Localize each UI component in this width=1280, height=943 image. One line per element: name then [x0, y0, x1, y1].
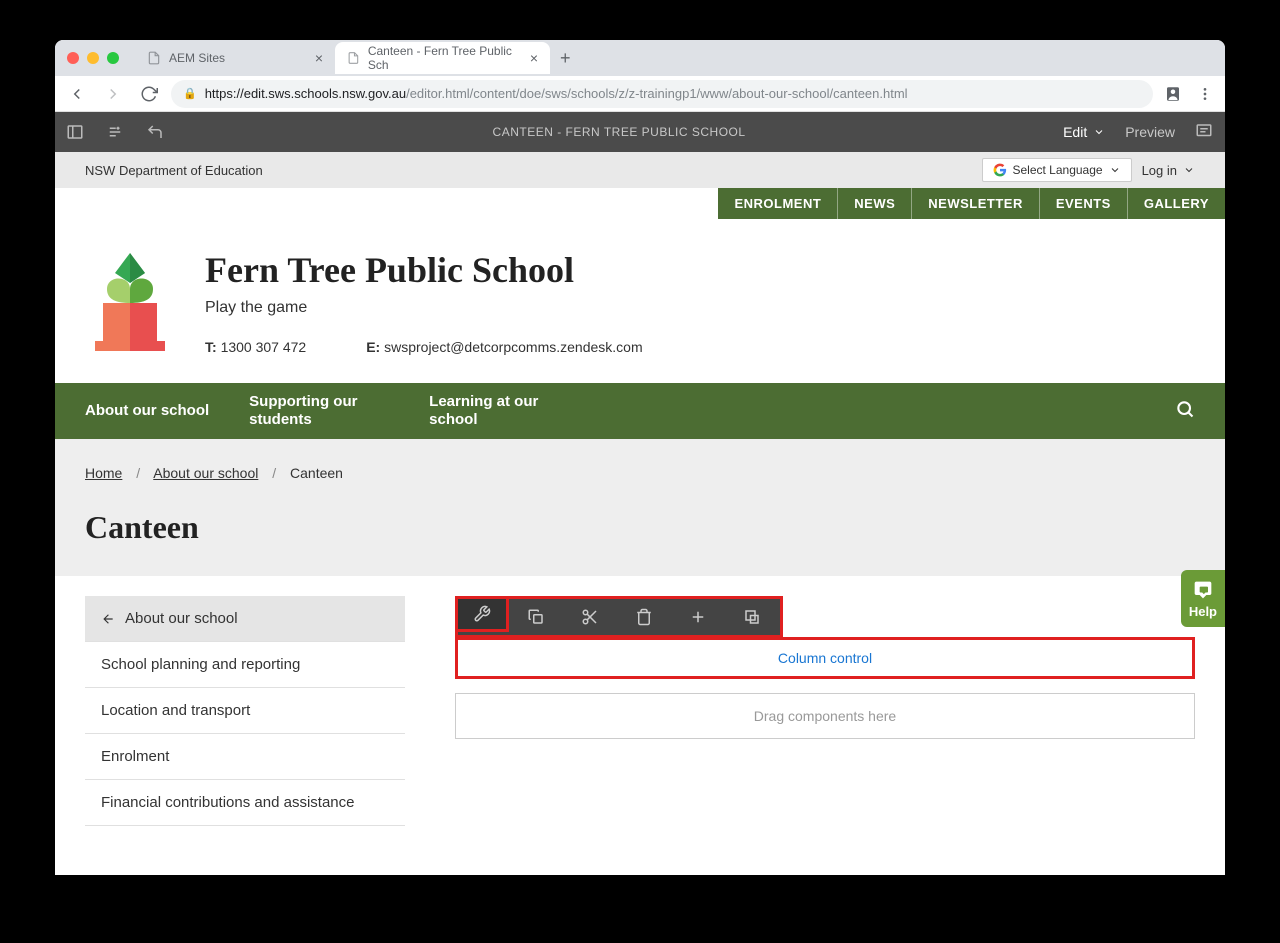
sidenav-location[interactable]: Location and transport [85, 688, 405, 734]
breadcrumb-home[interactable]: Home [85, 465, 122, 481]
breadcrumb: Home / About our school / Canteen [85, 465, 1195, 481]
undo-button[interactable] [135, 112, 175, 152]
back-button[interactable] [63, 80, 91, 108]
preview-button[interactable]: Preview [1125, 124, 1175, 140]
email: E: swsproject@detcorpcomms.zendesk.com [366, 339, 642, 355]
document-icon [147, 51, 161, 65]
window-maximize[interactable] [107, 52, 119, 64]
login-button[interactable]: Log in [1142, 163, 1195, 178]
profile-icon[interactable] [1161, 82, 1185, 106]
forward-button[interactable] [99, 80, 127, 108]
chat-icon [1191, 580, 1215, 600]
quick-nav: ENROLMENT NEWS NEWSLETTER EVENTS GALLERY [718, 188, 1225, 219]
gov-bar: NSW Department of Education Select Langu… [55, 152, 1225, 188]
annotate-icon[interactable] [1195, 122, 1213, 143]
column-control-component[interactable]: Column control [455, 637, 1195, 679]
aem-editor-bar: CANTEEN - FERN TREE PUBLIC SCHOOL Edit P… [55, 112, 1225, 152]
school-tagline: Play the game [205, 299, 643, 317]
page-title: Canteen [85, 509, 1195, 546]
quick-nav-gallery[interactable]: GALLERY [1128, 188, 1225, 219]
main-nav: About our school Supporting our students… [55, 383, 1225, 439]
lock-icon: 🔒 [183, 87, 197, 100]
chevron-down-icon [1109, 164, 1121, 176]
tab-bar: AEM Sites × Canteen - Fern Tree Public S… [55, 40, 1225, 76]
window-minimize[interactable] [87, 52, 99, 64]
nav-supporting[interactable]: Supporting our students [249, 393, 429, 429]
delete-button[interactable] [617, 599, 671, 635]
language-selector[interactable]: Select Language [982, 158, 1132, 182]
side-panel-toggle[interactable] [55, 112, 95, 152]
main-column: Column control Drag components here [455, 596, 1195, 826]
tab-close-icon[interactable]: × [530, 50, 538, 66]
content-columns: About our school School planning and rep… [55, 576, 1225, 866]
phone: T: 1300 307 472 [205, 339, 306, 355]
quick-nav-news[interactable]: NEWS [838, 188, 912, 219]
browser-window: AEM Sites × Canteen - Fern Tree Public S… [55, 40, 1225, 875]
cut-button[interactable] [563, 599, 617, 635]
sidenav-planning[interactable]: School planning and reporting [85, 642, 405, 688]
breadcrumb-parent[interactable]: About our school [153, 465, 258, 481]
side-navigation: About our school School planning and rep… [85, 596, 405, 826]
quick-nav-enrolment[interactable]: ENROLMENT [718, 188, 838, 219]
arrow-left-icon [101, 612, 115, 626]
traffic-lights [67, 52, 119, 64]
chevron-down-icon [1183, 164, 1195, 176]
sidenav-about[interactable]: About our school [85, 596, 405, 642]
school-info: Fern Tree Public School Play the game T:… [205, 249, 643, 359]
breadcrumb-current: Canteen [290, 465, 343, 481]
content-header-area: Home / About our school / Canteen Cantee… [55, 439, 1225, 576]
document-icon [347, 51, 360, 65]
school-name: Fern Tree Public School [205, 249, 643, 291]
help-tab[interactable]: Help [1181, 570, 1225, 627]
nav-about[interactable]: About our school [85, 402, 249, 420]
aem-page-title: CANTEEN - FERN TREE PUBLIC SCHOOL [175, 125, 1063, 139]
url-text: https://edit.sws.schools.nsw.gov.au/edit… [205, 86, 908, 101]
mode-selector[interactable]: Edit [1063, 124, 1105, 140]
insert-button[interactable] [671, 599, 725, 635]
tab-close-icon[interactable]: × [315, 50, 323, 66]
nav-learning[interactable]: Learning at our school [429, 393, 609, 429]
new-tab-button[interactable]: + [550, 48, 581, 69]
quick-nav-newsletter[interactable]: NEWSLETTER [912, 188, 1040, 219]
school-contacts: T: 1300 307 472 E: swsproject@detcorpcom… [205, 339, 643, 355]
google-icon [993, 163, 1007, 177]
drop-zone[interactable]: Drag components here [455, 693, 1195, 739]
site-header: Fern Tree Public School Play the game T:… [55, 219, 1225, 383]
tab-canteen[interactable]: Canteen - Fern Tree Public Sch × [335, 42, 550, 74]
sidenav-financial[interactable]: Financial contributions and assistance [85, 780, 405, 826]
dept-label: NSW Department of Education [85, 163, 263, 178]
quick-nav-events[interactable]: EVENTS [1040, 188, 1128, 219]
group-button[interactable] [725, 599, 779, 635]
quick-nav-wrap: ENROLMENT NEWS NEWSLETTER EVENTS GALLERY [55, 188, 1225, 219]
copy-button[interactable] [509, 599, 563, 635]
url-field[interactable]: 🔒 https://edit.sws.schools.nsw.gov.au/ed… [171, 80, 1153, 108]
tab-label: AEM Sites [169, 51, 225, 65]
tab-label: Canteen - Fern Tree Public Sch [368, 44, 522, 72]
school-logo[interactable] [85, 249, 175, 359]
search-icon[interactable] [1175, 399, 1195, 424]
configure-button[interactable] [455, 596, 509, 632]
address-bar: 🔒 https://edit.sws.schools.nsw.gov.au/ed… [55, 76, 1225, 112]
window-close[interactable] [67, 52, 79, 64]
chevron-down-icon [1093, 126, 1105, 138]
reload-button[interactable] [135, 80, 163, 108]
tab-aem-sites[interactable]: AEM Sites × [135, 42, 335, 74]
sidenav-enrolment[interactable]: Enrolment [85, 734, 405, 780]
menu-icon[interactable] [1193, 82, 1217, 106]
page-info-icon[interactable] [95, 112, 135, 152]
component-toolbar [455, 596, 783, 638]
